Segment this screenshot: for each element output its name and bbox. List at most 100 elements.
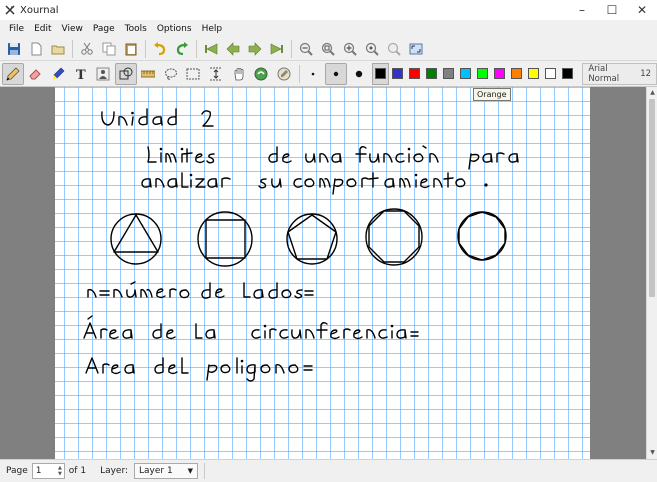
next-page-icon[interactable] — [244, 38, 266, 60]
layer-select[interactable]: Layer 1 ▼ — [134, 463, 199, 479]
ink-shape-decagon — [457, 211, 507, 261]
maximize-button[interactable]: ☐ — [597, 0, 627, 20]
default-pen-icon[interactable] — [273, 63, 295, 85]
menu-file[interactable]: File — [4, 24, 29, 34]
ink-line-1 — [147, 145, 519, 170]
undo-icon[interactable] — [149, 38, 171, 60]
redo-icon[interactable] — [171, 38, 193, 60]
first-page-icon[interactable] — [200, 38, 222, 60]
color-swatch-light-blue[interactable] — [457, 63, 474, 85]
new-icon[interactable] — [25, 38, 47, 60]
text-icon[interactable]: T — [70, 63, 92, 85]
chevron-down-icon: ▼ — [187, 467, 194, 475]
swatch-fill — [409, 68, 421, 79]
last-page-icon[interactable] — [266, 38, 288, 60]
scroll-up-icon[interactable]: ▲ — [647, 88, 657, 98]
color-swatch-red[interactable] — [406, 63, 423, 85]
thick-dot-icon[interactable] — [348, 63, 370, 85]
toolbar-separator — [291, 39, 292, 58]
thin-dot-icon[interactable] — [303, 63, 325, 85]
toolbar-separator — [298, 64, 300, 83]
swatch-fill — [460, 68, 472, 79]
menu-help[interactable]: Help — [197, 24, 228, 34]
zoom-set-icon[interactable] — [383, 38, 405, 60]
open-icon[interactable] — [47, 38, 69, 60]
main-toolbar — [0, 37, 657, 61]
window-controls: – ☐ ✕ — [567, 0, 657, 20]
color-swatch-magenta[interactable] — [491, 63, 508, 85]
ink-line-3 — [87, 281, 314, 299]
ink-shape-octagon — [365, 208, 423, 266]
ink-line-4 — [83, 315, 419, 340]
menu-page[interactable]: Page — [88, 24, 120, 34]
color-swatch-green[interactable] — [423, 63, 440, 85]
zoom-out-icon[interactable] — [295, 38, 317, 60]
color-swatch-black[interactable] — [372, 62, 390, 85]
cut-icon[interactable] — [76, 38, 98, 60]
title-bar: Xournal – ☐ ✕ — [0, 0, 657, 20]
color-swatch-orange[interactable] — [508, 63, 525, 85]
zoom-in-icon[interactable] — [339, 38, 361, 60]
menu-edit[interactable]: Edit — [29, 24, 56, 34]
zoom-normal-icon[interactable] — [361, 38, 383, 60]
menu-bar: File Edit View Page Tools Options Help — [0, 20, 657, 37]
image-icon[interactable] — [92, 63, 114, 85]
notebook-page[interactable] — [55, 87, 590, 459]
color-swatch-blue[interactable] — [389, 63, 406, 85]
color-swatch-light-green[interactable] — [474, 63, 491, 85]
color-swatch-black-2[interactable] — [559, 63, 576, 85]
page-count-label: of 1 — [68, 466, 87, 476]
color-tooltip: Orange — [473, 88, 511, 101]
xournal-app-icon — [5, 5, 15, 15]
menu-options[interactable]: Options — [152, 24, 197, 34]
svg-text:T: T — [76, 68, 86, 81]
vertical-space-icon[interactable] — [205, 63, 227, 85]
spinner-arrows-icon[interactable]: ▲ ▼ — [58, 465, 62, 477]
page-label: Page — [6, 466, 28, 476]
page-number-spinner[interactable]: 1 ▲ ▼ — [31, 463, 65, 479]
shape-recognizer-icon[interactable] — [114, 62, 137, 85]
layer-select-value: Layer 1 — [139, 466, 173, 476]
ruler-icon[interactable] — [138, 63, 160, 85]
color-swatch-yellow[interactable] — [525, 63, 542, 85]
swatch-fill — [477, 68, 489, 79]
copy-icon[interactable] — [98, 38, 120, 60]
layer-label: Layer: — [100, 466, 129, 476]
pen-icon[interactable] — [2, 62, 24, 85]
status-message-area — [204, 463, 657, 479]
eraser-icon[interactable] — [25, 63, 47, 85]
ink-shape-triangle — [110, 213, 162, 265]
swatch-fill — [545, 68, 557, 79]
zoom-fit-icon[interactable] — [317, 38, 339, 60]
font-button[interactable]: Arial Normal 12 — [582, 62, 657, 85]
ink-line-5 — [85, 357, 313, 382]
menu-view[interactable]: View — [57, 24, 88, 34]
default-tool-icon[interactable] — [250, 63, 272, 85]
medium-dot-icon[interactable] — [325, 62, 347, 85]
previous-page-icon[interactable] — [222, 38, 244, 60]
scrollbar-thumb[interactable] — [649, 99, 655, 297]
scroll-down-icon[interactable]: ▼ — [647, 448, 657, 458]
save-icon[interactable] — [3, 38, 25, 60]
color-swatch-gray[interactable] — [440, 63, 457, 85]
close-button[interactable]: ✕ — [627, 0, 657, 20]
canvas-area[interactable] — [0, 87, 646, 459]
menu-tools[interactable]: Tools — [120, 24, 152, 34]
hand-icon[interactable] — [228, 63, 250, 85]
ink-shape-square — [197, 211, 253, 267]
swatch-fill — [562, 68, 574, 79]
lasso-select-icon[interactable] — [160, 63, 182, 85]
ink-shape-pentagon — [286, 213, 338, 265]
toolbar-separator — [196, 39, 197, 58]
swatch-fill — [443, 68, 455, 79]
swatch-fill — [528, 68, 540, 79]
vertical-scrollbar[interactable]: ▲ ▼ — [646, 87, 657, 459]
tools-toolbar: T Arial Normal 12 — [0, 61, 657, 87]
swatch-fill — [511, 68, 523, 79]
color-swatch-white[interactable] — [542, 63, 559, 85]
fullscreen-icon[interactable] — [405, 38, 427, 60]
rect-select-icon[interactable] — [183, 63, 205, 85]
highlighter-icon[interactable] — [47, 63, 69, 85]
paste-icon[interactable] — [120, 38, 142, 60]
minimize-button[interactable]: – — [567, 0, 597, 20]
